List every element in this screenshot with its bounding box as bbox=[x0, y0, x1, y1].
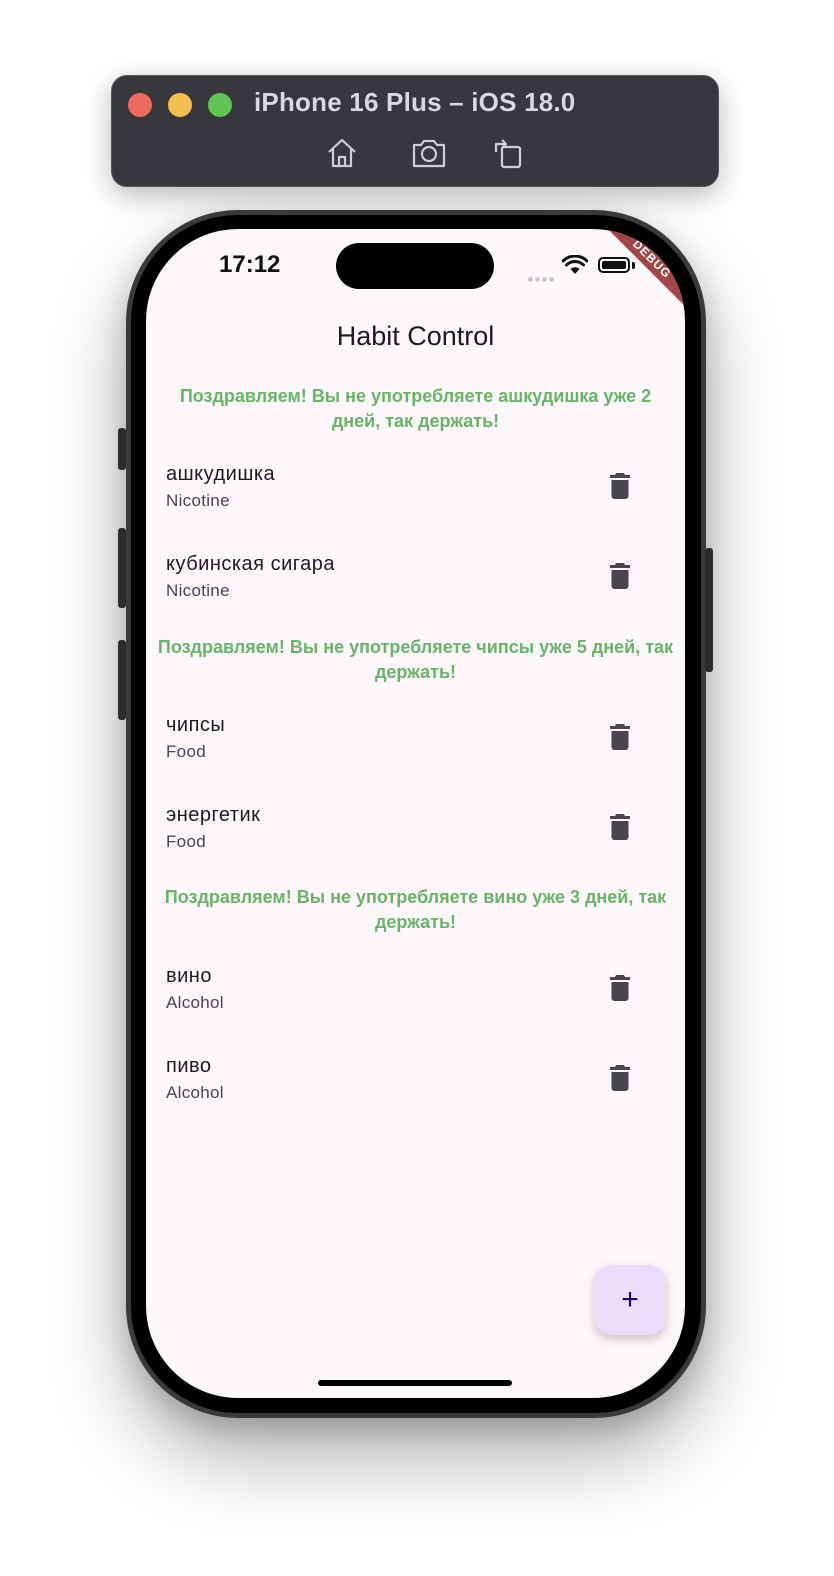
habit-category: Nicotine bbox=[166, 581, 230, 600]
cellular-signal-icon bbox=[528, 269, 556, 287]
habit-item[interactable]: кубинская сигара Nicotine bbox=[166, 553, 665, 613]
simulator-toolbar: iPhone 16 Plus – iOS 18.0 bbox=[111, 75, 719, 187]
habit-category: Food bbox=[166, 832, 206, 851]
delete-icon[interactable] bbox=[610, 473, 630, 501]
add-habit-button[interactable]: + bbox=[594, 1265, 666, 1335]
action-button bbox=[118, 428, 126, 470]
habit-item[interactable]: пиво Alcohol bbox=[166, 1055, 665, 1115]
minimize-window-button[interactable] bbox=[168, 93, 192, 117]
status-time: 17:12 bbox=[219, 251, 281, 278]
delete-icon[interactable] bbox=[610, 1065, 630, 1093]
battery-icon bbox=[598, 257, 630, 273]
phone-screen: 17:12 DEBUG Habit Control Поздравляем! В… bbox=[146, 229, 685, 1398]
wifi-icon bbox=[561, 254, 589, 280]
close-window-button[interactable] bbox=[128, 93, 152, 117]
habit-category: Alcohol bbox=[166, 1083, 224, 1102]
app-title: Habit Control bbox=[336, 321, 495, 351]
habit-name: пиво bbox=[166, 1055, 212, 1077]
habit-name: ашкудишка bbox=[166, 463, 276, 485]
dynamic-island bbox=[336, 243, 494, 289]
habit-name: чипсы bbox=[166, 714, 226, 736]
delete-icon[interactable] bbox=[610, 975, 630, 1003]
battery-cap bbox=[632, 262, 635, 269]
rotate-icon[interactable] bbox=[490, 136, 526, 170]
simulator-title: iPhone 16 Plus – iOS 18.0 bbox=[254, 87, 576, 117]
home-indicator[interactable] bbox=[318, 1380, 512, 1386]
habit-category: Nicotine bbox=[166, 491, 230, 510]
screenshot-icon[interactable] bbox=[411, 136, 447, 170]
home-icon[interactable] bbox=[324, 136, 360, 170]
habit-item[interactable]: ашкудишка Nicotine bbox=[166, 463, 665, 523]
delete-icon[interactable] bbox=[610, 724, 630, 752]
delete-icon[interactable] bbox=[610, 814, 630, 842]
habit-name: кубинская сигара bbox=[166, 553, 335, 575]
congrats-message: Поздравляем! Вы не употребляете вино уже… bbox=[164, 887, 667, 932]
habit-name: вино bbox=[166, 965, 212, 987]
habit-category: Food bbox=[166, 742, 206, 761]
power-button bbox=[705, 548, 713, 672]
zoom-window-button[interactable] bbox=[208, 93, 232, 117]
habit-name: энергетик bbox=[166, 804, 261, 826]
volume-up-button bbox=[118, 528, 126, 608]
delete-icon[interactable] bbox=[610, 563, 630, 591]
congrats-message: Поздравляем! Вы не употребляете ашкудишк… bbox=[179, 386, 652, 431]
habit-item[interactable]: чипсы Food bbox=[166, 714, 665, 774]
congrats-message: Поздравляем! Вы не употребляете чипсы уж… bbox=[157, 637, 674, 682]
habit-category: Alcohol bbox=[166, 993, 224, 1012]
volume-down-button bbox=[118, 640, 126, 720]
habit-item[interactable]: энергетик Food bbox=[166, 804, 665, 864]
habit-item[interactable]: вино Alcohol bbox=[166, 965, 665, 1025]
